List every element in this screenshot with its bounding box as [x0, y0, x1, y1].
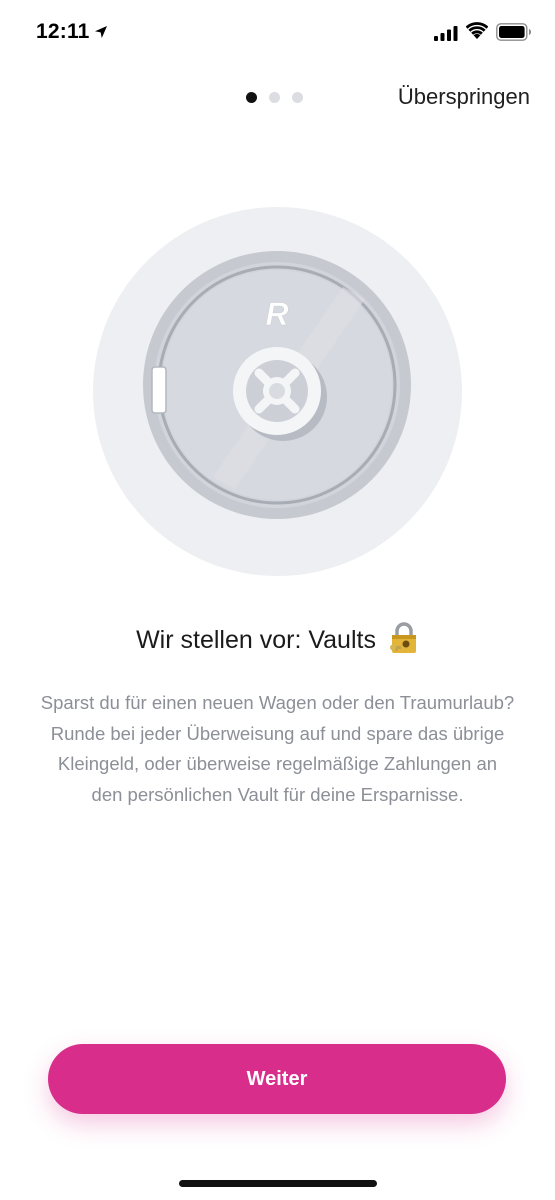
status-bar: 12:11 — [0, 0, 555, 70]
onboarding-screen: 12:11 Überspringen R Wir stellen vor: Va… — [0, 0, 555, 1200]
battery-icon — [496, 23, 531, 41]
location-arrow-icon — [95, 26, 107, 38]
continue-button[interactable]: Weiter — [48, 1044, 506, 1114]
page-indicator — [246, 92, 303, 104]
cellular-signal-icon — [434, 26, 458, 41]
wifi-icon — [466, 22, 488, 39]
vault-logo-letter: R — [265, 296, 288, 332]
page-title: Wir stellen vor: Vaults — [0, 622, 555, 655]
lock-with-key-icon — [389, 622, 416, 653]
home-indicator[interactable] — [179, 1180, 377, 1187]
onboarding-description: Sparst du für einen neuen Wagen oder den… — [40, 692, 515, 805]
status-time: 12:11 — [36, 20, 90, 43]
page-dot — [269, 92, 280, 103]
page-dot — [292, 92, 303, 103]
page-title-text: Wir stellen vor: Vaults — [136, 626, 376, 654]
vault-icon: R — [93, 207, 462, 576]
skip-button[interactable]: Überspringen — [398, 84, 530, 110]
page-dot-active — [246, 92, 257, 103]
